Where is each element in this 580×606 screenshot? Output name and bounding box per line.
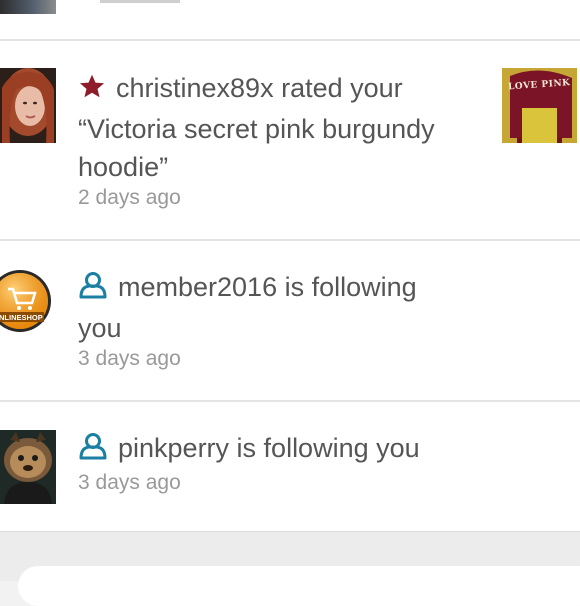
notification-item-follow[interactable]: pinkperry is following you 3 days ago [0,402,580,531]
avatar-partial[interactable] [0,0,56,14]
avatar-image [0,430,56,504]
notification-item-rating[interactable]: christinex89x rated your “Victoria secre… [0,41,580,239]
notification-item-follow[interactable]: NLINESHOP member2016 is following you 3 … [0,241,580,400]
timestamp: 2 days ago [78,186,181,209]
bottom-input-area[interactable] [18,566,580,606]
bottom-bar [0,531,580,606]
user-outline-icon [78,432,108,470]
notification-text: member2016 is following you [78,268,498,347]
item-title-line2: hoodie” [78,152,169,182]
notification-text: christinex89x rated your “Victoria secre… [78,69,498,186]
star-icon [78,72,106,110]
avatar-pinkperry[interactable] [0,430,56,504]
timestamp: 3 days ago [78,347,181,370]
follow-text-line1: member2016 is following [118,272,417,302]
follow-text-line2: you [78,313,122,343]
shop-logo-text: NLINESHOP [0,313,43,322]
avatar-christinex89x[interactable] [0,68,56,143]
avatar-member2016[interactable]: NLINESHOP [0,269,58,334]
partial-text-remnant [100,0,180,3]
avatar-image [0,68,56,143]
follow-text-line1: pinkperry is following you [118,433,420,463]
timestamp: 3 days ago [78,471,181,494]
username[interactable]: christinex89x [116,73,274,103]
shop-logo-image [0,270,51,332]
listing-thumbnail[interactable]: LOVE PINK [502,68,577,143]
notification-text: pinkperry is following you [78,429,518,470]
item-title-line1: “Victoria secret pink burgundy [78,114,435,144]
action-text: rated your [281,73,403,103]
user-outline-icon [78,271,108,309]
notification-feed: christinex89x rated your “Victoria secre… [0,0,580,531]
